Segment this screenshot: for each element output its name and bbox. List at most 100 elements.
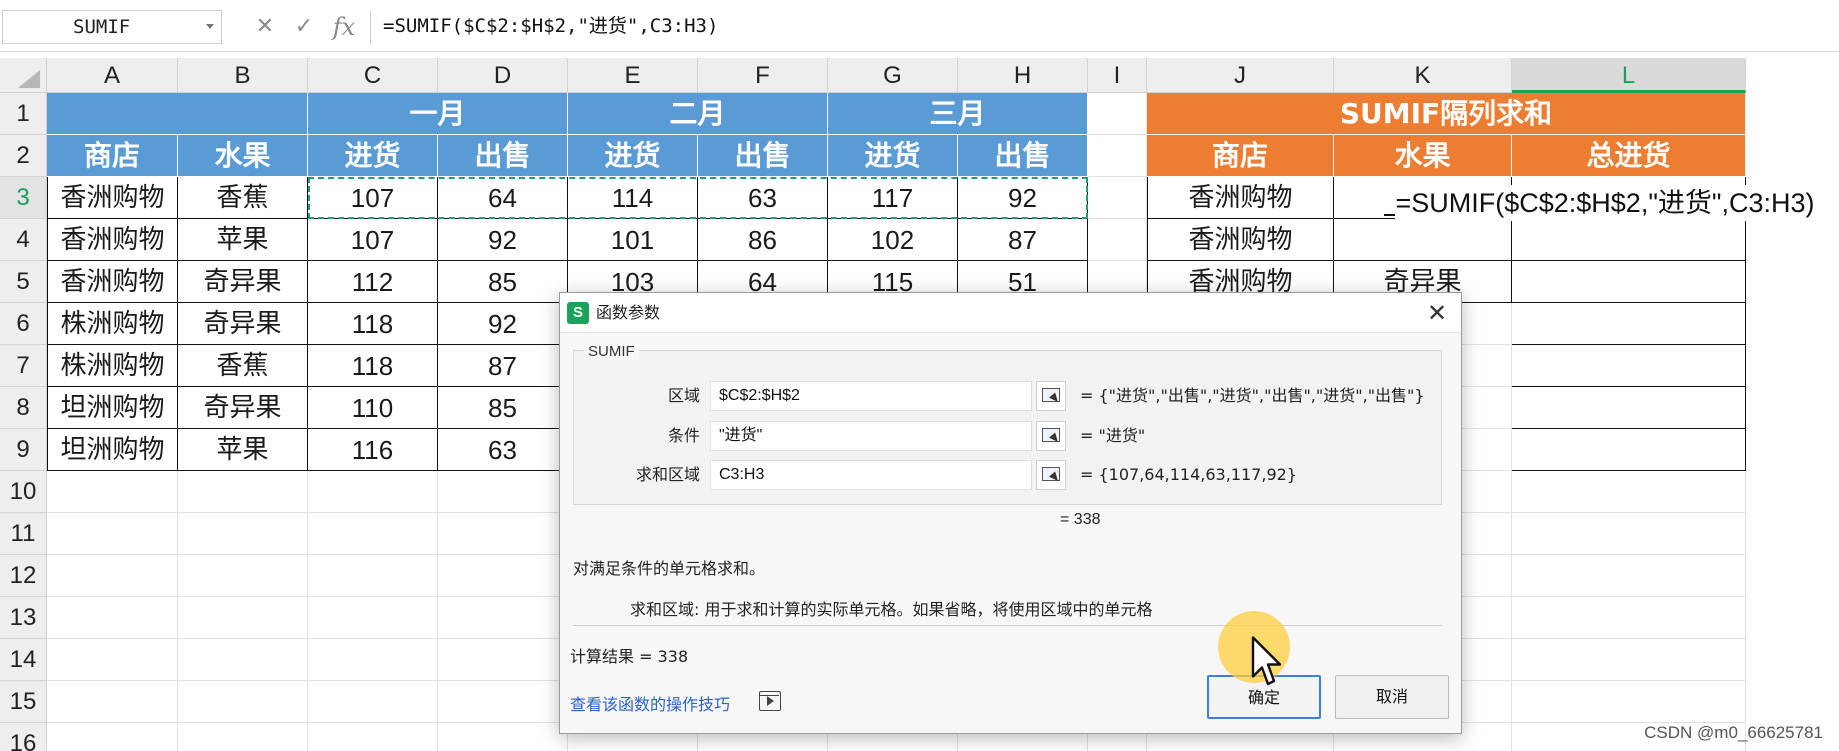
table-cell[interactable]: 107	[308, 219, 438, 261]
column-header-g[interactable]: G	[828, 58, 958, 93]
summary-cell[interactable]	[1512, 219, 1746, 261]
column-label-out[interactable]: 出售	[698, 135, 828, 177]
formula-input[interactable]: =SUMIF($C$2:$H$2,"进货",C3:H3)	[370, 10, 1839, 44]
argument-input[interactable]: $C$2:$H$2	[710, 381, 1032, 411]
table-cell[interactable]: 香洲购物	[47, 219, 178, 261]
name-box[interactable]: SUMIF	[2, 10, 222, 44]
column-label-in[interactable]: 进货	[828, 135, 958, 177]
row-header-9[interactable]: 9	[0, 429, 47, 471]
table-cell[interactable]: 92	[438, 219, 568, 261]
table-cell[interactable]: 63	[698, 177, 828, 219]
column-header-k[interactable]: K	[1334, 58, 1512, 93]
table-cell[interactable]: 坦洲购物	[47, 429, 178, 471]
row-header-3[interactable]: 3	[0, 177, 47, 219]
column-label-in[interactable]: 进货	[308, 135, 438, 177]
range-picker-button[interactable]	[1036, 460, 1066, 490]
month-header-feb[interactable]: 二月	[568, 93, 828, 135]
column-header-l[interactable]: L	[1512, 58, 1746, 93]
table-cell[interactable]: 苹果	[178, 219, 308, 261]
table-cell[interactable]: 87	[438, 345, 568, 387]
table-cell[interactable]: 香洲购物	[47, 261, 178, 303]
summary-cell[interactable]	[1512, 303, 1746, 345]
table-cell[interactable]: 坦洲购物	[47, 387, 178, 429]
row-header-11[interactable]: 11	[0, 513, 47, 555]
summary-label-total[interactable]: 总进货	[1512, 135, 1746, 177]
column-label-out[interactable]: 出售	[958, 135, 1088, 177]
table-cell[interactable]: 92	[958, 177, 1088, 219]
column-header-b[interactable]: B	[178, 58, 308, 93]
table-cell[interactable]: 85	[438, 261, 568, 303]
cell-editor-formula[interactable]: =SUMIF($C$2:$H$2,"进货",C3:H3)	[1395, 185, 1815, 221]
table-cell[interactable]: 株洲购物	[47, 345, 178, 387]
table-cell[interactable]: 香蕉	[178, 177, 308, 219]
table-cell[interactable]: 奇异果	[178, 303, 308, 345]
summary-cell[interactable]: 香洲购物	[1147, 219, 1334, 261]
row-header-10[interactable]: 10	[0, 471, 47, 513]
column-label-out[interactable]: 出售	[438, 135, 568, 177]
row-header-1[interactable]: 1	[0, 93, 47, 135]
function-tips-link[interactable]: 查看该函数的操作技巧	[570, 691, 730, 715]
table-cell[interactable]: 85	[438, 387, 568, 429]
row-header-8[interactable]: 8	[0, 387, 47, 429]
confirm-formula-icon[interactable]: ✓	[289, 10, 319, 44]
row-header-16[interactable]: 16	[0, 723, 47, 751]
cancel-formula-icon[interactable]: ✕	[250, 10, 280, 44]
table-cell[interactable]: 86	[698, 219, 828, 261]
summary-cell[interactable]	[1334, 219, 1512, 261]
range-picker-button[interactable]	[1036, 421, 1066, 451]
table-cell[interactable]: 64	[438, 177, 568, 219]
column-header-a[interactable]: A	[47, 58, 178, 93]
summary-label-fruit[interactable]: 水果	[1334, 135, 1512, 177]
row-header-5[interactable]: 5	[0, 261, 47, 303]
summary-cell[interactable]	[1512, 261, 1746, 303]
column-header-h[interactable]: H	[958, 58, 1088, 93]
summary-label-store[interactable]: 商店	[1147, 135, 1334, 177]
summary-cell[interactable]	[1512, 429, 1746, 471]
column-header-i[interactable]: I	[1088, 58, 1147, 93]
row-header-12[interactable]: 12	[0, 555, 47, 597]
column-header-j[interactable]: J	[1147, 58, 1334, 93]
table-cell[interactable]: 112	[308, 261, 438, 303]
column-label-fruit[interactable]: 水果	[178, 135, 308, 177]
dialog-titlebar[interactable]: S 函数参数 ✕	[560, 293, 1461, 333]
close-icon[interactable]: ✕	[1423, 299, 1451, 327]
table-cell[interactable]: 102	[828, 219, 958, 261]
cancel-button[interactable]: 取消	[1335, 675, 1449, 719]
column-header-f[interactable]: F	[698, 58, 828, 93]
table-cell[interactable]: 87	[958, 219, 1088, 261]
column-header-e[interactable]: E	[568, 58, 698, 93]
table-cell[interactable]: 117	[828, 177, 958, 219]
row-header-15[interactable]: 15	[0, 681, 47, 723]
summary-cell[interactable]: 香洲购物	[1147, 177, 1334, 219]
row-header-4[interactable]: 4	[0, 219, 47, 261]
table-cell[interactable]: 奇异果	[178, 261, 308, 303]
row-header-7[interactable]: 7	[0, 345, 47, 387]
table-cell[interactable]: 116	[308, 429, 438, 471]
summary-title[interactable]: SUMIF隔列求和	[1147, 93, 1746, 135]
row-header-13[interactable]: 13	[0, 597, 47, 639]
table-cell[interactable]: 63	[438, 429, 568, 471]
column-header-c[interactable]: C	[308, 58, 438, 93]
argument-input[interactable]: "进货"	[710, 421, 1032, 451]
table-cell[interactable]: 118	[308, 303, 438, 345]
row-header-14[interactable]: 14	[0, 639, 47, 681]
month-header-mar[interactable]: 三月	[828, 93, 1088, 135]
select-all-corner[interactable]	[0, 58, 47, 93]
row-header-2[interactable]: 2	[0, 135, 47, 177]
month-header-jan[interactable]: 一月	[308, 93, 568, 135]
video-tips-icon[interactable]	[759, 691, 781, 711]
table-cell[interactable]: 110	[308, 387, 438, 429]
summary-cell[interactable]	[1512, 387, 1746, 429]
summary-cell[interactable]	[1512, 345, 1746, 387]
table-cell[interactable]: 101	[568, 219, 698, 261]
table-cell[interactable]: 114	[568, 177, 698, 219]
table-header-blank[interactable]	[47, 93, 308, 135]
name-box-dropdown-icon[interactable]	[206, 24, 214, 29]
column-label-in[interactable]: 进货	[568, 135, 698, 177]
table-cell[interactable]: 香洲购物	[47, 177, 178, 219]
row-header-6[interactable]: 6	[0, 303, 47, 345]
range-picker-button[interactable]	[1036, 381, 1066, 411]
table-cell[interactable]: 株洲购物	[47, 303, 178, 345]
argument-input[interactable]: C3:H3	[710, 460, 1032, 490]
insert-function-icon[interactable]: fx	[329, 10, 359, 44]
